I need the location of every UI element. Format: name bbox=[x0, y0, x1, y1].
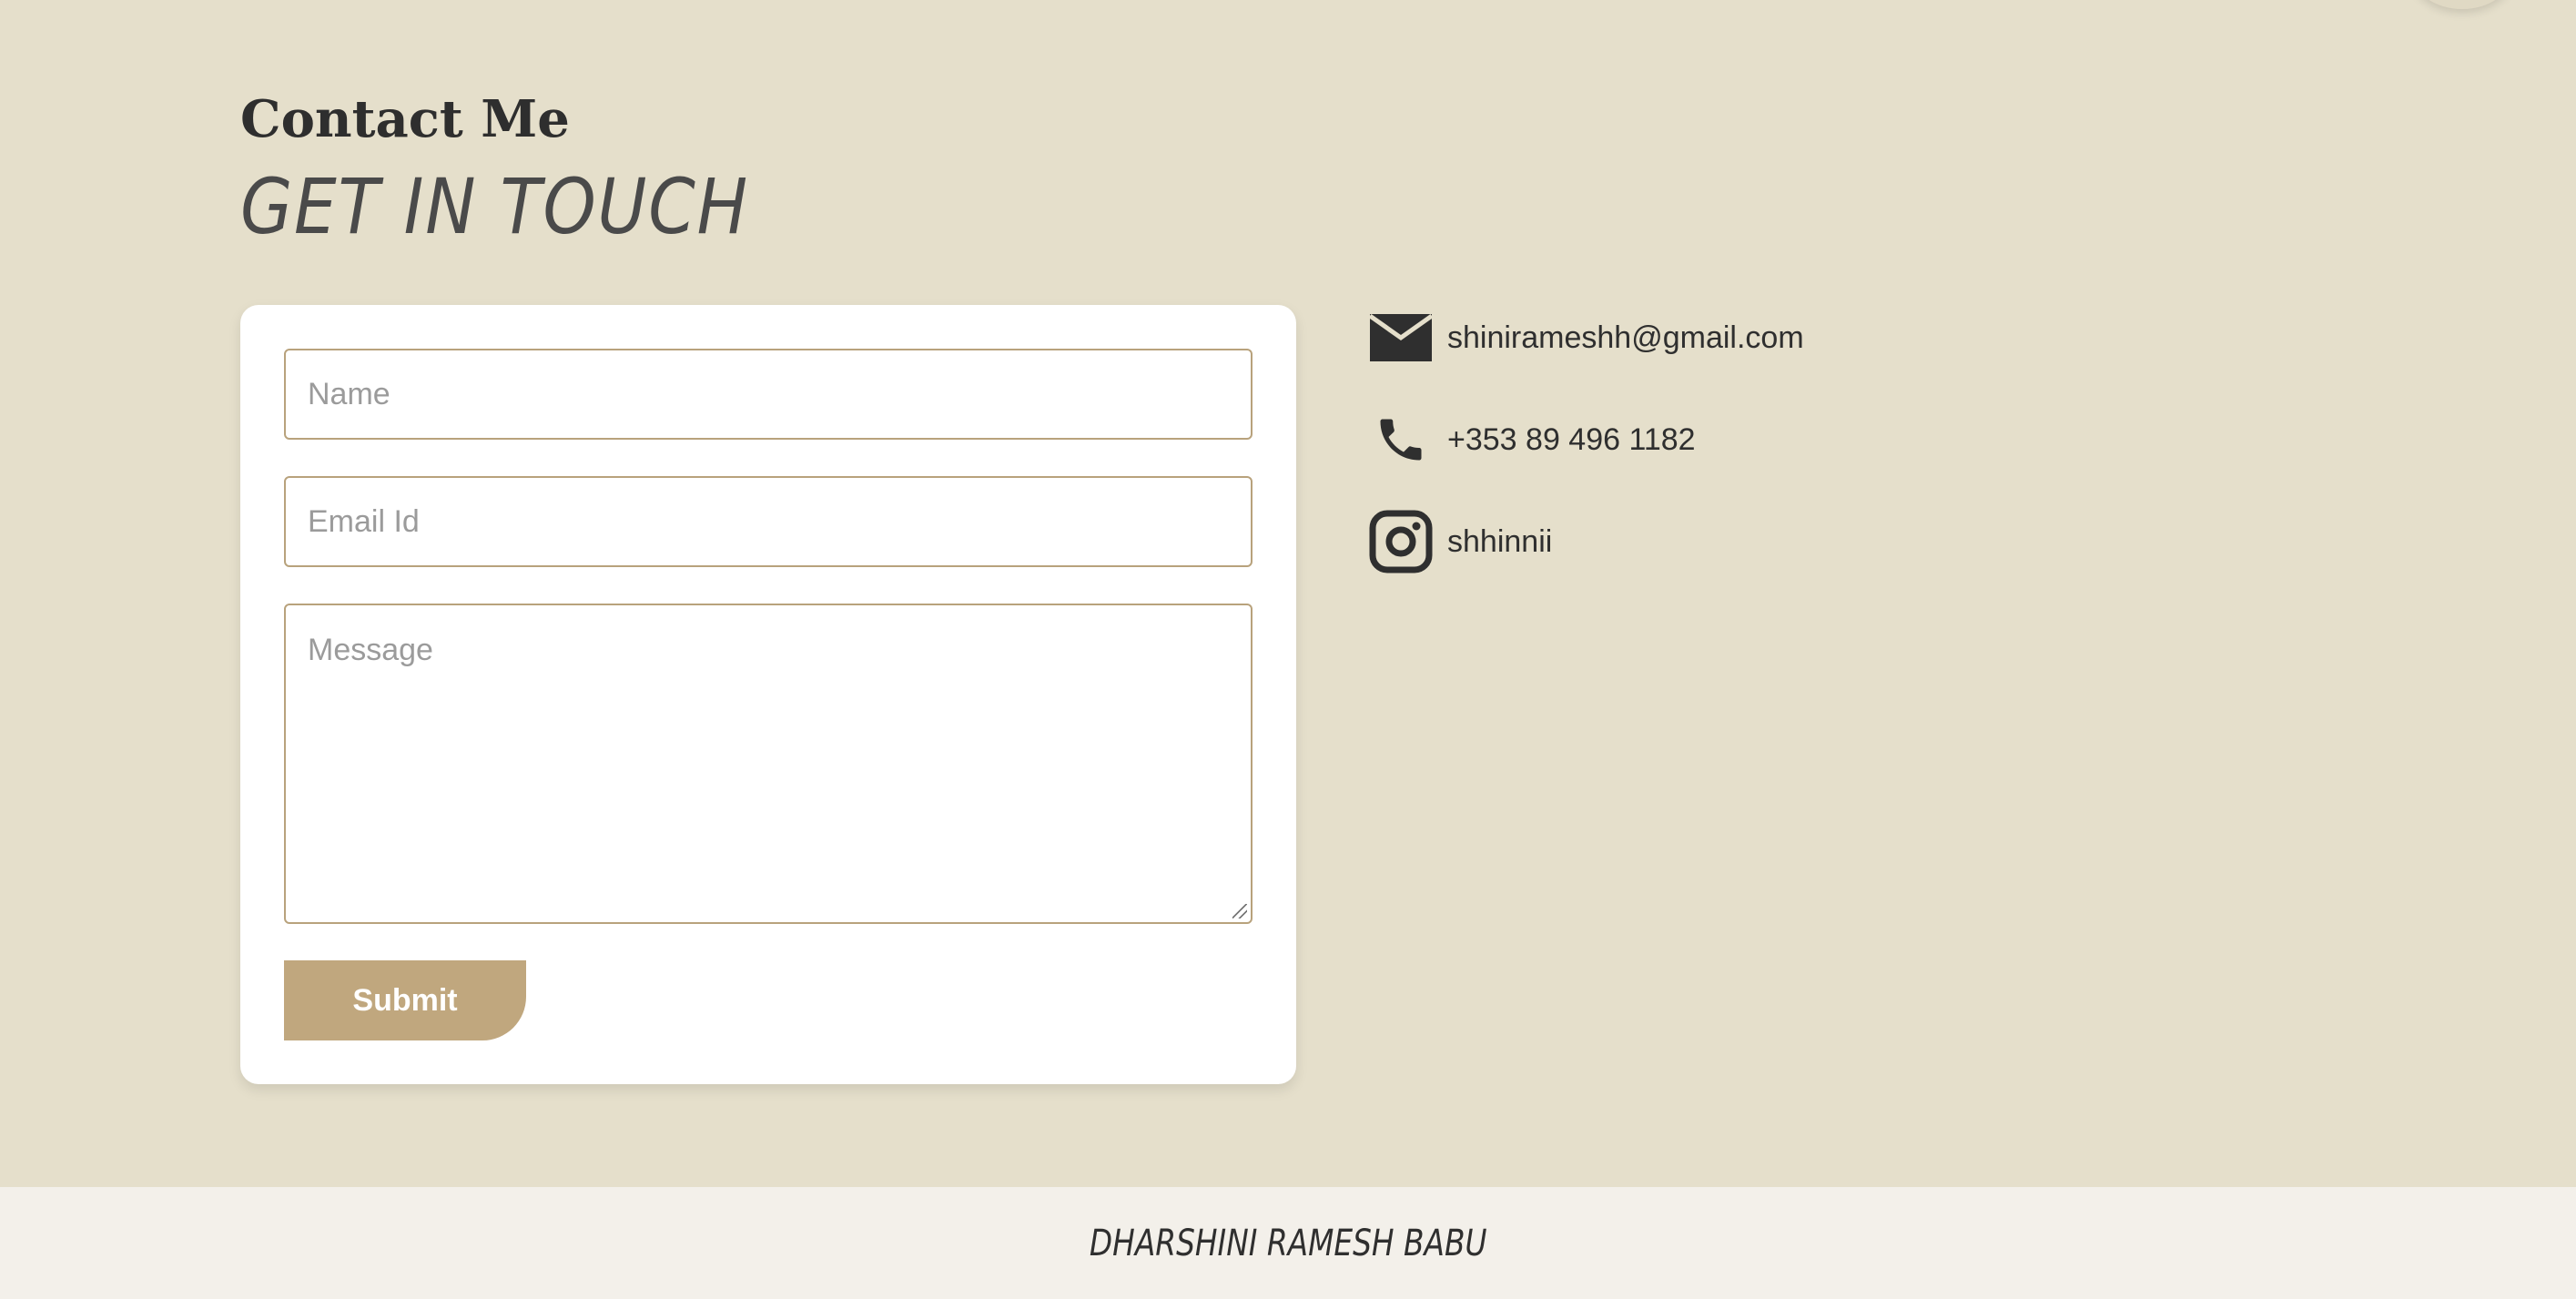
contact-page: Contact Me GET IN TOUCH Name Email Id Me… bbox=[0, 0, 2576, 1299]
mail-icon bbox=[1369, 306, 1433, 370]
scroll-top-button[interactable] bbox=[2412, 0, 2512, 9]
contact-instagram: shhinnii bbox=[1369, 510, 1552, 573]
footer-name: DHARSHINI RAMESH BABU bbox=[1089, 1222, 1487, 1264]
contact-phone: +353 89 496 1182 bbox=[1369, 408, 1696, 472]
phone-icon bbox=[1369, 408, 1433, 472]
name-input[interactable]: Name bbox=[284, 349, 1253, 440]
section-title: GET IN TOUCH bbox=[240, 162, 749, 251]
submit-button[interactable]: Submit bbox=[284, 960, 526, 1040]
message-textarea[interactable]: Message bbox=[284, 604, 1253, 924]
contact-form: Name Email Id Message Submit bbox=[240, 305, 1296, 1084]
instagram-text: shhinnii bbox=[1447, 523, 1553, 559]
resize-handle[interactable] bbox=[1232, 904, 1247, 918]
instagram-icon bbox=[1369, 510, 1433, 573]
contact-email: shinirameshh@gmail.com bbox=[1369, 306, 1804, 370]
name-placeholder: Name bbox=[308, 376, 390, 411]
message-placeholder: Message bbox=[308, 633, 433, 667]
email-placeholder: Email Id bbox=[308, 503, 420, 539]
email-input[interactable]: Email Id bbox=[284, 476, 1253, 567]
phone-text: +353 89 496 1182 bbox=[1447, 421, 1696, 457]
email-text: shinirameshh@gmail.com bbox=[1447, 320, 1804, 355]
footer: DHARSHINI RAMESH BABU bbox=[0, 1187, 2576, 1299]
section-subtitle: Contact Me bbox=[240, 89, 570, 149]
